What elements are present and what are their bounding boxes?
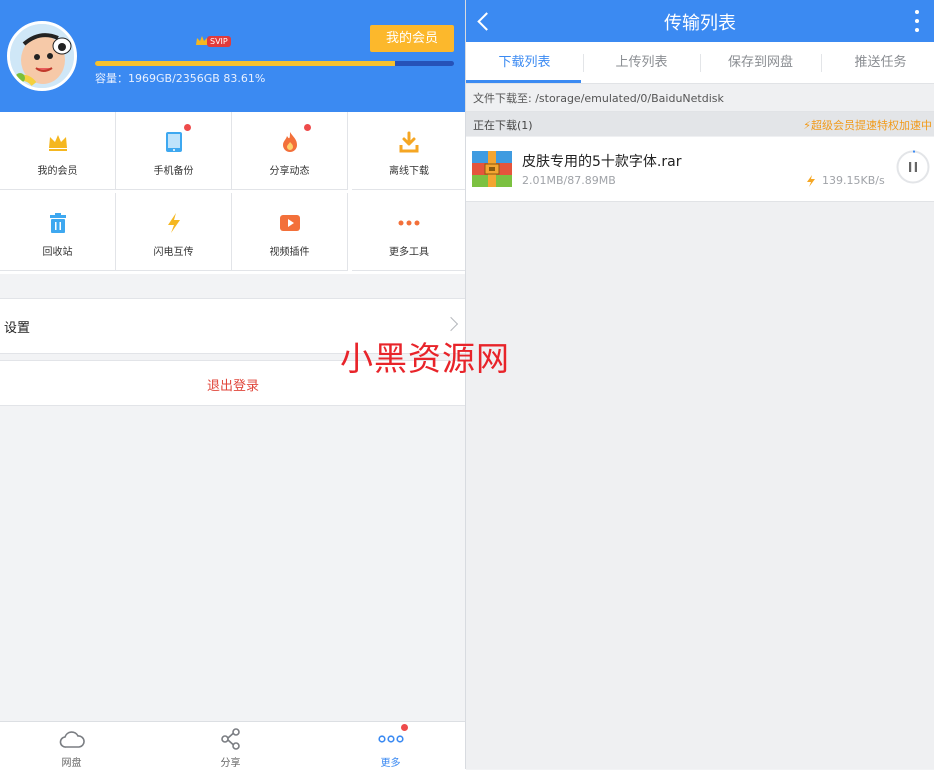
svip-label: SVIP — [207, 35, 231, 47]
chevron-right-icon — [443, 316, 459, 332]
my-member-button[interactable]: 我的会员 — [370, 25, 454, 52]
watermark-text: 小黑资源网 — [340, 339, 510, 378]
capacity-text: 容量：1969GB/2356GB 83.61% — [95, 72, 266, 85]
flame-icon — [279, 131, 301, 153]
task-progress-size: 2.01MB/87.89MB — [522, 174, 616, 187]
rar-archive-icon — [472, 151, 512, 187]
svip-acceleration-promo[interactable]: ⚡超级会员提速特权加速中 — [803, 117, 932, 133]
download-path: 文件下载至: /storage/emulated/0/BaiduNetdisk — [473, 92, 724, 105]
capacity-bar — [95, 61, 454, 66]
transfer-list-page: 传输列表 下载列表 上传列表 保存到网盘 推送任务 文件下载至: /storag… — [466, 0, 934, 769]
download-icon — [398, 131, 420, 153]
nav-item-more[interactable]: 更多 — [313, 722, 468, 770]
pause-button[interactable] — [896, 150, 930, 184]
grid-item-offline-download[interactable]: 离线下载 — [352, 112, 466, 190]
share-icon — [218, 728, 244, 750]
tab-divider — [700, 54, 701, 72]
notification-dot — [304, 124, 311, 131]
lightning-icon — [807, 174, 815, 187]
task-file-name: 皮肤专用的5十款字体.rar — [522, 154, 682, 170]
tools-grid: 我的会员 手机备份 分享动态 离线下载 回收站 闪电互传 视频插件 更多工具 — [0, 112, 466, 274]
transfer-tabs: 下载列表 上传列表 保存到网盘 推送任务 — [466, 42, 934, 84]
avatar[interactable] — [7, 21, 77, 91]
grid-item-label: 离线下载 — [389, 166, 429, 177]
grid-item-share-activity[interactable]: 分享动态 — [232, 112, 348, 190]
downloading-section-header: 正在下载(1) ⚡超级会员提速特权加速中 — [466, 112, 934, 136]
grid-item-label: 分享动态 — [269, 166, 310, 177]
downloading-count: 正在下载(1) — [473, 119, 533, 132]
nav-item-share[interactable]: 分享 — [153, 722, 308, 770]
svip-badge: SVIP — [195, 32, 231, 50]
more-icon — [377, 728, 404, 750]
top-bar: 传输列表 — [466, 0, 934, 42]
grid-item-more-tools[interactable]: 更多工具 — [352, 193, 466, 271]
grid-item-recycle-bin[interactable]: 回收站 — [0, 193, 116, 271]
grid-item-label: 更多工具 — [389, 247, 429, 258]
overflow-menu-icon[interactable] — [914, 10, 919, 32]
page-title: 传输列表 — [664, 13, 736, 34]
active-tab-indicator — [466, 80, 581, 83]
settings-label: 设置 — [4, 321, 31, 336]
grid-item-label: 闪电互传 — [153, 247, 194, 258]
trash-icon — [47, 212, 69, 234]
profile-header: SVIP 我的会员 容量：1969GB/2356GB 83.61% — [0, 0, 466, 112]
download-path-row: 文件下载至: /storage/emulated/0/BaiduNetdisk — [466, 84, 934, 112]
nav-label: 更多 — [380, 758, 401, 769]
lightning-icon — [163, 212, 185, 234]
notification-dot — [184, 124, 191, 131]
notification-dot — [401, 724, 408, 731]
grid-item-video-plugin[interactable]: 视频插件 — [232, 193, 348, 271]
grid-item-label: 我的会员 — [37, 166, 78, 177]
nav-label: 分享 — [220, 758, 241, 769]
more-page: SVIP 我的会员 容量：1969GB/2356GB 83.61% 我的会员 手… — [0, 0, 466, 770]
task-speed-value: 139.15KB/s — [822, 174, 885, 187]
tab-push-tasks[interactable]: 推送任务 — [822, 42, 934, 83]
grid-item-my-member[interactable]: 我的会员 — [0, 112, 116, 190]
grid-item-label: 手机备份 — [153, 166, 194, 177]
tab-upload-list[interactable]: 上传列表 — [583, 42, 700, 83]
task-speed: 139.15KB/s — [806, 174, 885, 187]
capacity-fill — [95, 61, 396, 66]
crown-icon — [47, 131, 69, 153]
more-dots-icon — [398, 212, 420, 234]
video-play-icon — [279, 212, 301, 234]
nav-item-netdisk[interactable]: 网盘 — [0, 722, 149, 770]
nav-label: 网盘 — [61, 758, 82, 769]
bottom-nav: 网盘 分享 更多 — [0, 721, 466, 770]
grid-item-phone-backup[interactable]: 手机备份 — [116, 112, 232, 190]
grid-item-label: 回收站 — [42, 247, 73, 258]
cloud-icon — [59, 728, 85, 750]
tab-save-to-netdisk[interactable]: 保存到网盘 — [702, 42, 819, 83]
download-task-row[interactable]: 皮肤专用的5十款字体.rar 2.01MB/87.89MB 139.15KB/s — [466, 137, 934, 202]
phone-icon — [163, 131, 185, 153]
grid-item-label: 视频插件 — [269, 247, 310, 258]
tab-download-list[interactable]: 下载列表 — [466, 42, 583, 83]
grid-item-flash-transfer[interactable]: 闪电互传 — [116, 193, 232, 271]
